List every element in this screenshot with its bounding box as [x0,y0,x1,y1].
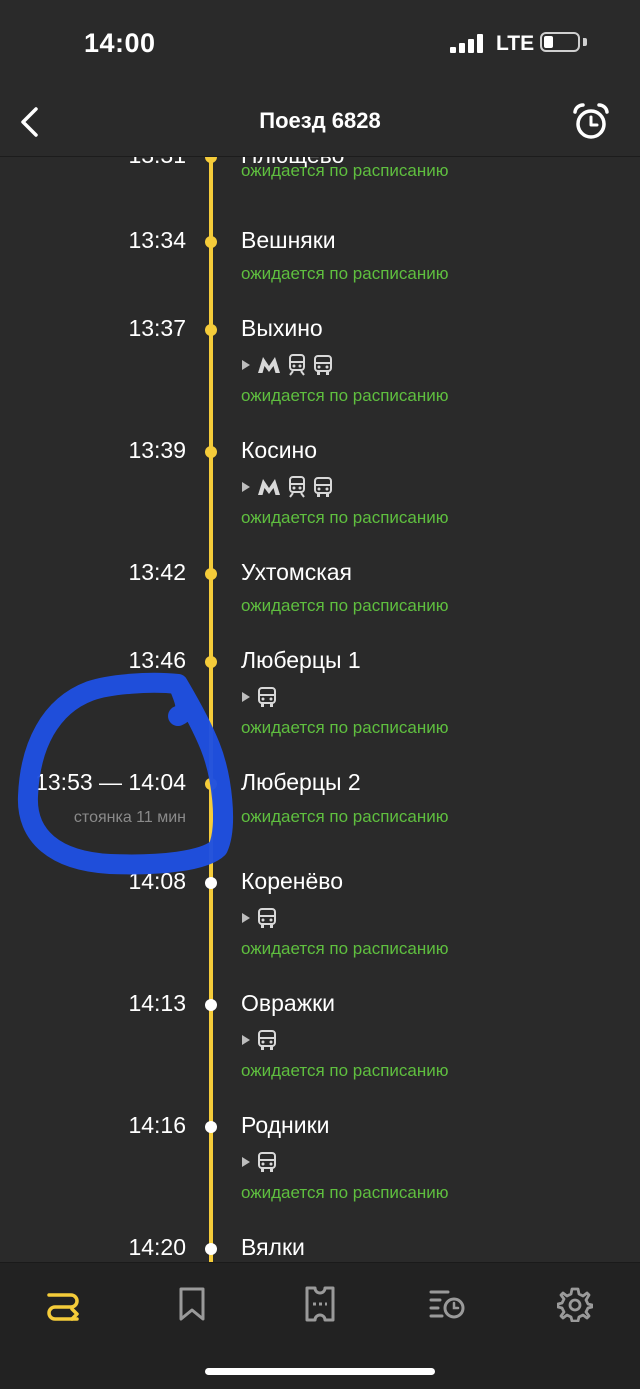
stop-name: Родники [241,1112,330,1138]
stop-marker [205,999,217,1011]
stop-marker [205,778,217,790]
stop-time: 13:31 [128,156,186,170]
signal-icon [450,33,488,53]
stop-marker [205,446,217,458]
gear-icon [557,1287,593,1322]
transfer-icons [241,1028,277,1052]
play-arrow-icon [242,692,250,702]
tab-schedule-history[interactable] [417,1279,477,1329]
schedule-history-icon [429,1290,465,1319]
stop-status: ожидается по расписанию [241,386,449,405]
stop-status: ожидается по расписанию [241,161,449,180]
route-stop-list[interactable]: 13:31 Плющево ожидается по расписанию 13… [0,156,640,1262]
play-arrow-icon [242,360,250,370]
stop-status: ожидается по расписанию [241,1061,449,1080]
stop-marker [205,236,217,248]
page-title: Поезд 6828 [259,108,381,133]
tab-settings[interactable] [545,1279,605,1329]
stop-marker [205,156,217,163]
stop-name: Люберцы 1 [241,647,361,673]
ticket-icon [305,1286,335,1322]
bus-icon [258,1030,276,1050]
bookmark-icon [179,1287,205,1321]
network-type: LTE [496,32,535,55]
stop-time: 13:42 [128,559,186,585]
home-indicator [205,1368,435,1375]
stop-name: Коренёво [241,868,344,894]
status-bar: 14:00 LTE [0,0,640,90]
stop-name: Ухтомская [241,559,353,585]
route-icon [47,1293,79,1321]
bus-icon [314,355,332,375]
stop-time: 13:53 — 14:04 [35,769,186,795]
stop-status: ожидается по расписанию [241,939,449,958]
stop-time: 14:20 [128,1234,186,1260]
stop-time: 13:46 [128,647,186,673]
transfer-icons [241,685,277,709]
stop-status: ожидается по расписанию [241,264,449,283]
bus-icon [314,477,332,497]
play-arrow-icon [242,482,250,492]
stop-status: ожидается по расписанию [241,508,449,527]
stop-name: Вялки [241,1234,305,1260]
bus-icon [258,1152,276,1172]
stop-name: Косино [241,437,318,463]
alarm-button[interactable] [570,101,612,143]
stop-status: ожидается по расписанию [241,596,449,615]
train-icon [289,354,305,376]
play-arrow-icon [242,1035,250,1045]
tab-bookmarks[interactable] [162,1279,222,1329]
stop-name: Овражки [241,990,335,1016]
stop-status: ожидается по расписанию [241,1183,449,1202]
metro-icon [258,479,280,495]
bus-icon [258,908,276,928]
route-track-line [209,156,213,1262]
stop-name: Вешняки [241,227,336,253]
stop-time: 13:37 [128,315,186,341]
tab-route[interactable] [33,1279,93,1329]
stop-status: ожидается по расписанию [241,718,449,737]
stop-marker [205,1121,217,1133]
stop-marker [205,656,217,668]
stop-marker [205,568,217,580]
stop-time: 14:13 [128,990,186,1016]
transfer-icons [241,906,277,930]
metro-icon [258,357,280,373]
play-arrow-icon [242,913,250,923]
stop-marker [205,1243,217,1255]
stop-marker [205,877,217,889]
stop-time: 13:34 [128,227,186,253]
train-icon [289,476,305,498]
status-time: 14:00 [84,28,156,58]
transfer-icons [241,353,333,377]
layover-duration: стоянка 11 мин [73,809,186,826]
bus-icon [258,687,276,707]
nav-bar: Поезд 6828 [0,90,640,157]
play-arrow-icon [242,1157,250,1167]
stop-name: Люберцы 2 [241,769,361,795]
stop-time: 14:08 [128,868,186,894]
stop-status: ожидается по расписанию [241,807,449,826]
tab-tickets[interactable] [290,1279,350,1329]
stop-marker [205,324,217,336]
stop-time: 14:16 [128,1112,186,1138]
alarm-clock-icon [573,103,609,139]
battery-icon [540,32,580,52]
stop-time: 13:39 [128,437,186,463]
stop-name: Выхино [241,315,323,341]
transfer-icons [241,475,333,499]
transfer-icons [241,1150,277,1174]
